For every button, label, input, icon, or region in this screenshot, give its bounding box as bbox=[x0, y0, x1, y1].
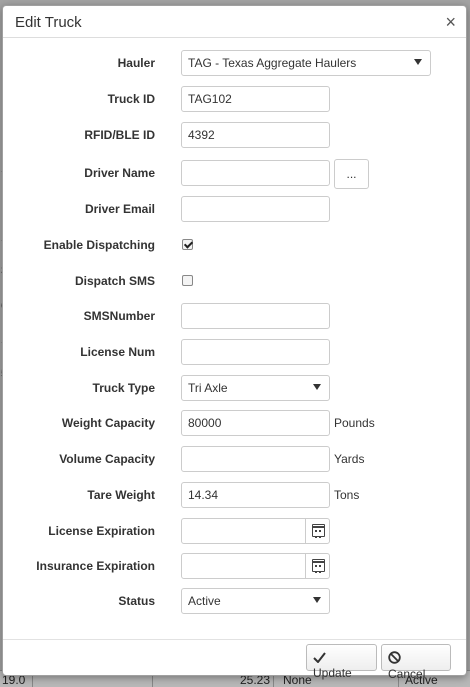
edit-truck-dialog: Edit Truck × Hauler TAG - Texas Aggregat… bbox=[2, 5, 467, 681]
license-expiration-label: License Expiration bbox=[48, 524, 155, 538]
caret-down-icon bbox=[414, 59, 422, 65]
driver-email-input[interactable] bbox=[181, 196, 330, 222]
update-label: Update bbox=[313, 666, 352, 680]
license-num-row: License Num bbox=[11, 339, 461, 365]
sms-number-row: SMSNumber bbox=[11, 303, 461, 329]
dialog-title: Edit Truck bbox=[15, 14, 82, 31]
truck-type-label: Truck Type bbox=[92, 381, 155, 395]
weight-capacity-label: Weight Capacity bbox=[61, 416, 155, 430]
dispatch-sms-checkbox[interactable] bbox=[182, 275, 193, 286]
dialog-footer: Update Cancel bbox=[3, 639, 466, 681]
dialog-titlebar[interactable]: Edit Truck × bbox=[3, 6, 466, 38]
driver-name-label: Driver Name bbox=[84, 166, 155, 180]
sms-number-input[interactable] bbox=[181, 303, 330, 329]
insurance-expiration-label: Insurance Expiration bbox=[36, 559, 155, 573]
license-expiration-calendar-button[interactable] bbox=[305, 519, 329, 543]
tare-weight-unit: Tons bbox=[334, 488, 360, 502]
truck-id-label: Truck ID bbox=[107, 92, 155, 106]
dispatch-sms-label: Dispatch SMS bbox=[74, 274, 155, 288]
hauler-value: TAG - Texas Aggregate Haulers bbox=[188, 56, 357, 70]
status-value: Active bbox=[188, 594, 221, 608]
driver-name-row: Driver Name ... bbox=[11, 159, 461, 189]
status-label: Status bbox=[118, 594, 155, 608]
ban-icon bbox=[388, 651, 402, 667]
volume-capacity-input[interactable] bbox=[181, 446, 330, 472]
tare-weight-label: Tare Weight bbox=[87, 488, 155, 502]
enable-dispatching-checkbox[interactable] bbox=[182, 239, 193, 250]
license-num-label: License Num bbox=[80, 345, 155, 359]
volume-capacity-label: Volume Capacity bbox=[59, 452, 155, 466]
truck-id-row: Truck ID TAG102 bbox=[11, 86, 461, 112]
hauler-label: Hauler bbox=[117, 56, 155, 70]
cancel-label: Cancel bbox=[388, 667, 426, 681]
volume-unit: Yards bbox=[334, 452, 365, 466]
insurance-expiration-calendar-button[interactable] bbox=[305, 554, 329, 578]
status-select[interactable]: Active bbox=[181, 588, 330, 614]
caret-down-icon bbox=[313, 384, 321, 390]
rfid-row: RFID/BLE ID 4392 bbox=[11, 122, 461, 148]
tare-weight-input[interactable]: 14.34 bbox=[181, 482, 330, 508]
weight-capacity-row: Weight Capacity 80000 Pounds bbox=[11, 410, 461, 436]
calendar-icon bbox=[312, 559, 325, 573]
license-expiration-input[interactable] bbox=[181, 518, 330, 544]
cancel-button[interactable]: Cancel bbox=[381, 644, 451, 681]
insurance-expiration-row: Insurance Expiration bbox=[11, 553, 461, 579]
truck-type-row: Truck Type Tri Axle bbox=[11, 375, 461, 401]
truck-type-select[interactable]: Tri Axle bbox=[181, 375, 330, 401]
license-expiration-row: License Expiration bbox=[11, 518, 461, 544]
dialog-body: Hauler TAG - Texas Aggregate Haulers Tru… bbox=[11, 39, 458, 639]
truck-type-value: Tri Axle bbox=[188, 381, 228, 395]
enable-dispatching-label: Enable Dispatching bbox=[43, 238, 155, 252]
license-num-input[interactable] bbox=[181, 339, 330, 365]
calendar-icon bbox=[312, 524, 325, 538]
driver-lookup-button[interactable]: ... bbox=[334, 159, 369, 189]
dispatch-sms-row: Dispatch SMS bbox=[11, 268, 461, 294]
rfid-input[interactable]: 4392 bbox=[181, 122, 330, 148]
truck-id-input[interactable]: TAG102 bbox=[181, 86, 330, 112]
rfid-label: RFID/BLE ID bbox=[84, 128, 155, 142]
update-button[interactable]: Update bbox=[306, 644, 377, 680]
tare-weight-row: Tare Weight 14.34 Tons bbox=[11, 482, 461, 508]
checkmark-icon bbox=[313, 651, 327, 666]
driver-email-label: Driver Email bbox=[84, 202, 155, 216]
status-row: Status Active bbox=[11, 588, 461, 614]
volume-capacity-row: Volume Capacity Yards bbox=[11, 446, 461, 472]
hauler-select[interactable]: TAG - Texas Aggregate Haulers bbox=[181, 50, 431, 76]
insurance-expiration-input[interactable] bbox=[181, 553, 330, 579]
driver-name-input[interactable] bbox=[181, 160, 330, 186]
caret-down-icon bbox=[313, 597, 321, 603]
driver-email-row: Driver Email bbox=[11, 196, 461, 222]
enable-dispatching-row: Enable Dispatching bbox=[11, 232, 461, 258]
close-icon[interactable]: × bbox=[445, 12, 456, 33]
hauler-row: Hauler TAG - Texas Aggregate Haulers bbox=[11, 50, 461, 76]
weight-unit: Pounds bbox=[334, 416, 375, 430]
sms-number-label: SMSNumber bbox=[83, 309, 155, 323]
weight-capacity-input[interactable]: 80000 bbox=[181, 410, 330, 436]
